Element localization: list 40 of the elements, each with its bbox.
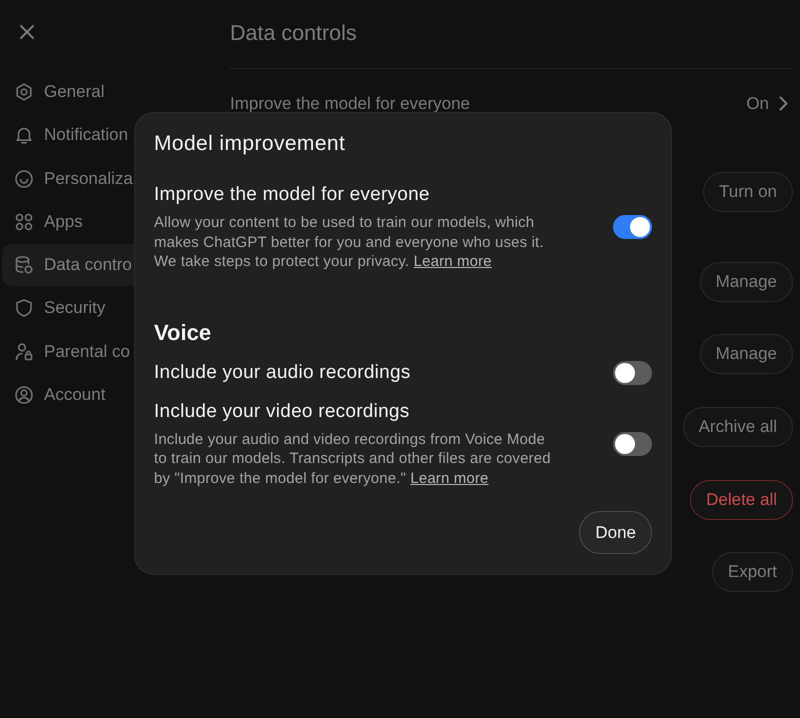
page-button[interactable]: Delete all [690,480,793,520]
sidebar-item[interactable]: Account [2,374,134,416]
setting-label: Improve the model for everyone [230,94,470,112]
circle-arc-icon [14,168,34,189]
toggle-switch[interactable] [613,215,652,240]
sidebar-item[interactable]: General [2,71,134,113]
learn-more-link[interactable]: Learn more [414,253,492,270]
setting-title: Include your audio recordings [154,360,411,384]
setting-description: Allow your content to be used to train our models, which makes ChatGPT better for you and everyone who uses it. We take steps to protect your privacy. Learn more [154,213,545,272]
toggle-switch[interactable] [613,432,652,456]
learn-more-link[interactable]: Learn more [410,470,489,486]
gear-icon [14,82,34,102]
bell-icon [14,125,34,146]
four-circles-icon [14,212,34,232]
page-button[interactable]: Manage [700,334,793,374]
done-button[interactable]: Done [579,511,652,554]
setting-value[interactable]: On [746,94,769,112]
database-icon [14,255,34,276]
setting-title: Improve the model for everyone [154,183,431,207]
page-button[interactable]: Export [712,552,793,592]
toggle-switch[interactable] [613,360,652,384]
page-button[interactable]: Turn on [703,172,793,212]
page-title: Data controls [230,20,357,47]
user-circle-icon [14,385,34,406]
page-button[interactable]: Archive all [682,407,793,448]
sidebar-item[interactable]: Data contro [2,244,134,286]
setting-description: Include your audio and video recordings from Voice Mode to train our models. Transcripts and other files are covered by "Improve the model for everyone." Learn more [154,430,552,488]
close-icon[interactable] [19,24,35,40]
chevron-right-icon[interactable] [779,96,788,110]
person-lock-icon [14,342,34,362]
sidebar-item[interactable]: Security [2,287,134,330]
setting-title: Include your video recordings [154,400,410,424]
sidebar-item[interactable]: Personaliza [2,158,134,200]
page-button[interactable]: Manage [700,262,793,302]
sidebar-item[interactable]: Notification [2,114,134,156]
shield-icon [14,298,34,318]
dialog-title: Model improvement [154,131,346,157]
sidebar-item[interactable]: Apps [2,200,134,243]
sidebar-item[interactable]: Parental co [2,330,134,373]
section-heading: Voice [154,318,212,346]
